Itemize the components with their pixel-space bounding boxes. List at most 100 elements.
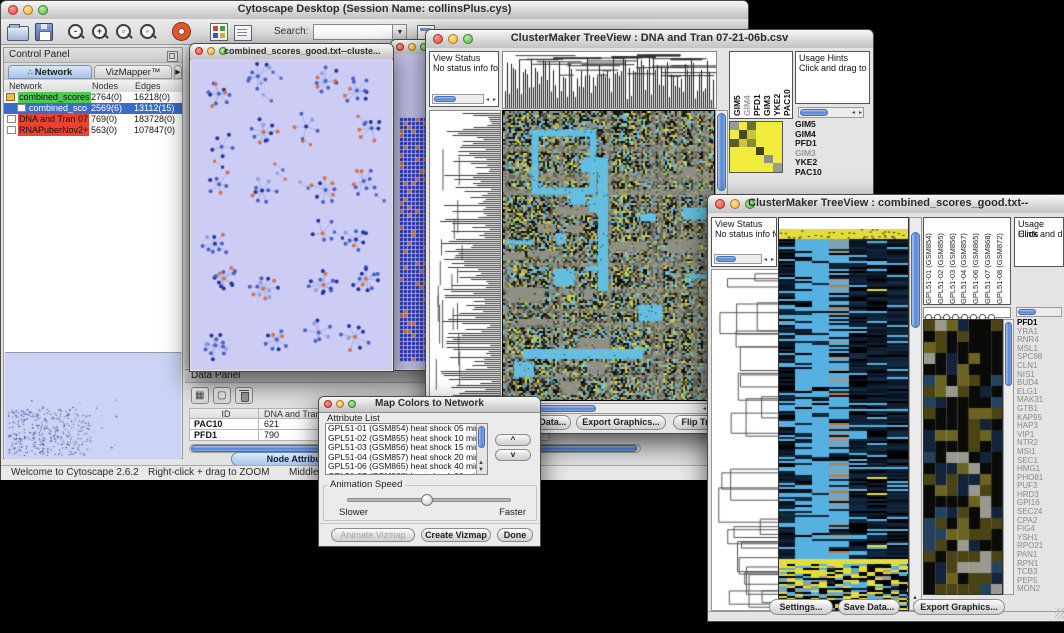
- minimize-button[interactable]: [408, 43, 416, 51]
- status-zoom-hint: Right-click + drag to ZOOM: [148, 467, 269, 478]
- zoom-in-icon[interactable]: [91, 23, 109, 41]
- annotation-icon[interactable]: [234, 25, 252, 41]
- close-button[interactable]: [396, 43, 404, 51]
- network-row[interactable]: combined_scores2764(0)16218(0): [4, 92, 182, 103]
- resize-grip[interactable]: [1055, 608, 1064, 619]
- tv1-zoom-hscrollbar[interactable]: ◂▸: [798, 107, 864, 118]
- zoom-button[interactable]: [348, 400, 356, 408]
- close-button[interactable]: [433, 34, 443, 44]
- vizmapper-icon[interactable]: [210, 23, 228, 41]
- close-button[interactable]: [8, 5, 18, 15]
- tv2-zoom-vscrollbar[interactable]: [1003, 319, 1014, 595]
- tv1-export-graphics-button[interactable]: Export Graphics...: [576, 415, 666, 430]
- tab-network[interactable]: ∴Network: [8, 65, 92, 79]
- minimize-button[interactable]: [730, 199, 740, 209]
- save-icon[interactable]: [35, 23, 53, 41]
- network-overview-thumbnail[interactable]: [5, 352, 181, 459]
- network-row[interactable]: combined_sco2569(6)13112(15): [4, 103, 182, 114]
- attribute-item[interactable]: GPL51-07 (GSM868) heat shock 60 min: [326, 472, 487, 475]
- scroll-right-icon[interactable]: ▸: [771, 257, 774, 263]
- slower-label: Slower: [339, 507, 368, 518]
- search-input[interactable]: [313, 24, 393, 40]
- tab-vizmapper[interactable]: VizMapper™: [94, 65, 172, 79]
- node-count: 563(0): [91, 125, 117, 136]
- tv2-settings-button[interactable]: Settings...: [769, 599, 833, 615]
- tab-overflow-arrow[interactable]: ▶: [174, 65, 182, 79]
- zoom-out-icon[interactable]: [67, 23, 85, 41]
- tv2-vscrollbar[interactable]: ▲▼: [909, 217, 922, 611]
- tv2-gene-hscrollbar[interactable]: [1016, 307, 1062, 317]
- network-canvas[interactable]: [191, 59, 392, 370]
- open-folder-icon[interactable]: [7, 26, 29, 41]
- scroll-left-icon[interactable]: ◂: [764, 257, 767, 263]
- new-attribute-icon[interactable]: [213, 387, 231, 404]
- scroll-right-icon[interactable]: ▸: [493, 97, 496, 103]
- create-vizmap-button[interactable]: Create Vizmap: [421, 528, 491, 542]
- delete-attribute-icon[interactable]: [235, 387, 253, 404]
- matrix-cell: [764, 122, 773, 130]
- minimize-button[interactable]: [207, 47, 215, 55]
- gene-row-label: PAC10: [795, 168, 865, 178]
- network-row[interactable]: DNA and Tran 07769(0)183728(0): [4, 114, 182, 125]
- dialog-titlebar[interactable]: Map Colors to Network: [319, 397, 540, 413]
- tv2-heatmap[interactable]: [779, 229, 908, 610]
- attribute-list[interactable]: GPL51-01 (GSM854) heat shock 05 minGPL51…: [325, 423, 488, 475]
- tv2-titlebar[interactable]: ClusterMaker TreeView : combined_scores_…: [708, 195, 1064, 214]
- main-titlebar[interactable]: Cytoscape Desktop (Session Name: collins…: [1, 1, 748, 20]
- matrix-cell: [747, 130, 756, 138]
- matrix-cell: [764, 163, 773, 171]
- tv1-column-dendrogram[interactable]: [502, 51, 717, 109]
- move-down-button[interactable]: v: [495, 449, 531, 461]
- slider-thumb[interactable]: [421, 494, 433, 506]
- matrix-cell: [730, 130, 739, 138]
- search-dropdown-arrow-icon[interactable]: ▼: [393, 24, 407, 40]
- animation-speed-slider[interactable]: [347, 498, 511, 502]
- close-button[interactable]: [324, 400, 332, 408]
- map-colors-dialog: Map Colors to Network Attribute List GPL…: [318, 396, 541, 547]
- array-column-label: GPL51-07 (GSM868): [983, 220, 995, 304]
- close-button[interactable]: [195, 47, 203, 55]
- minimize-button[interactable]: [448, 34, 458, 44]
- help-icon[interactable]: [173, 23, 190, 40]
- matrix-cell: [739, 155, 748, 163]
- control-panel-tabs: ∴Network VizMapper™ ▶: [4, 63, 182, 81]
- tv1-zoom-matrix[interactable]: [729, 121, 783, 173]
- close-button[interactable]: [715, 199, 725, 209]
- matrix-cell: [730, 163, 739, 171]
- tv2-zoom-heatmap[interactable]: [923, 319, 1003, 595]
- main-window-title: Cytoscape Desktop (Session Name: collins…: [41, 3, 708, 15]
- tv2-column-anchors: [923, 307, 1011, 318]
- matrix-cell: [773, 163, 782, 171]
- done-button[interactable]: Done: [497, 528, 533, 542]
- minimize-button[interactable]: [23, 5, 33, 15]
- matrix-cell: [739, 147, 748, 155]
- tv2-export-graphics-button[interactable]: Export Graphics...: [913, 599, 1005, 615]
- tv1-titlebar[interactable]: ClusterMaker TreeView : DNA and Tran 07-…: [426, 30, 873, 49]
- zoom-selected-icon[interactable]: [115, 23, 133, 41]
- tv2-save-data-button[interactable]: Save Data...: [838, 599, 900, 615]
- attribute-list-scrollbar[interactable]: ▲▼: [476, 424, 487, 474]
- row-id: PFD1: [189, 430, 259, 441]
- matrix-cell: [756, 139, 765, 147]
- matrix-cell: [764, 130, 773, 138]
- tv1-heatmap[interactable]: [502, 110, 715, 401]
- edge-count: 107847(0): [134, 125, 175, 136]
- tv2-row-dendrogram[interactable]: [711, 269, 779, 611]
- matrix-cell: [773, 130, 782, 138]
- scroll-left-icon[interactable]: ◂: [486, 97, 489, 103]
- desktop: Cytoscape Desktop (Session Name: collins…: [0, 0, 1064, 633]
- animate-vizmap-button: Animate Vizmap: [331, 528, 415, 542]
- gene-column-label: PAC10: [782, 54, 792, 116]
- select-attributes-icon[interactable]: [191, 387, 209, 404]
- move-up-button[interactable]: ^: [495, 434, 531, 446]
- minimize-button[interactable]: [336, 400, 344, 408]
- matrix-cell: [730, 122, 739, 130]
- netwin1-titlebar[interactable]: combined_scores_good.txt--cluste...: [190, 44, 393, 60]
- zoom-fit-icon[interactable]: [139, 23, 157, 41]
- doc-icon: [7, 126, 16, 134]
- array-column-label: GPL51-02 (GSM855): [936, 220, 948, 304]
- faster-label: Faster: [499, 507, 526, 518]
- network-row[interactable]: RNAPuberNov2+563(0)107847(0): [4, 125, 182, 136]
- tv1-row-dendrogram[interactable]: [429, 110, 501, 401]
- float-panel-icon[interactable]: [167, 51, 178, 62]
